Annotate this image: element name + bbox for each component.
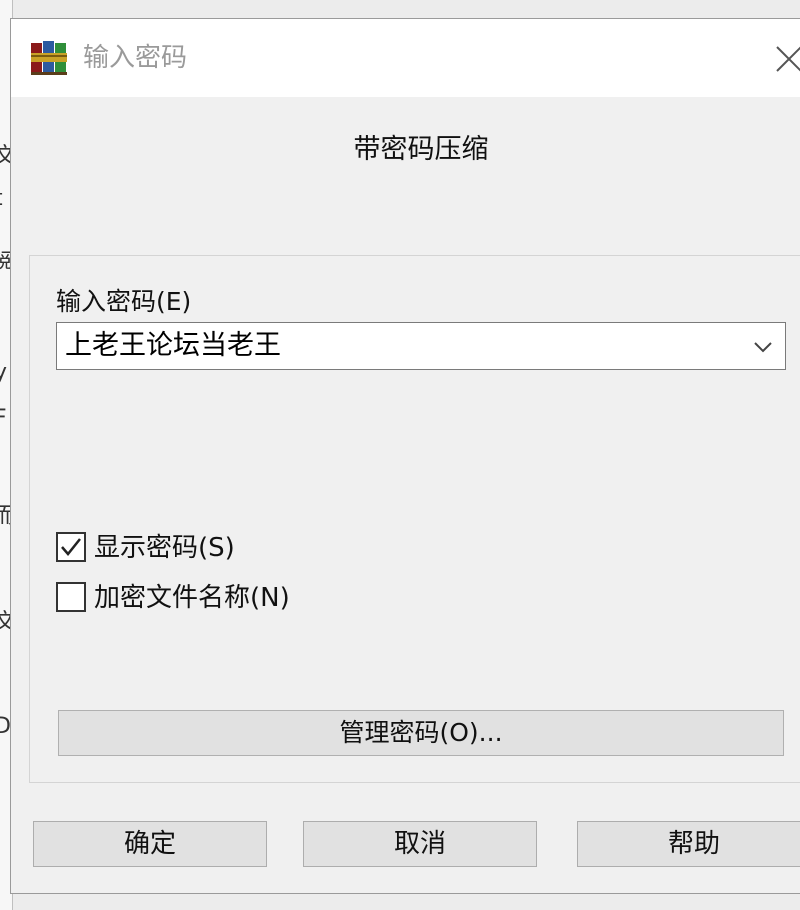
encrypt-filenames-checkbox[interactable] bbox=[56, 582, 86, 612]
dialog-title: 输入密码 bbox=[83, 43, 188, 73]
password-input-value[interactable]: 上老王论坛当老王 bbox=[65, 329, 281, 363]
dialog-titlebar: 输入密码 bbox=[11, 19, 800, 97]
dialog-heading: 带密码压缩 bbox=[353, 134, 489, 165]
background-text-fragment: F bbox=[0, 406, 7, 431]
close-icon[interactable] bbox=[767, 37, 800, 77]
password-combobox[interactable]: 上老王论坛当老王 bbox=[56, 322, 786, 370]
show-password-checkbox[interactable] bbox=[56, 532, 86, 562]
screen: 文 t 阅 y F 而 文 D 输入密码 带密码压缩 输入密码 bbox=[0, 0, 800, 910]
checkmark-icon bbox=[61, 538, 81, 556]
cancel-button[interactable]: 取消 bbox=[303, 821, 537, 867]
background-text-fragment: t bbox=[0, 186, 3, 211]
password-group: 输入密码(E) 上老王论坛当老王 显示密码(S) 加密文件名称(N) 管理密码(… bbox=[29, 255, 800, 783]
manage-passwords-button[interactable]: 管理密码(O)... bbox=[58, 710, 784, 756]
password-dialog: 输入密码 带密码压缩 输入密码(E) 上老王论坛当老王 显示密码(S) 加密文件… bbox=[10, 18, 800, 894]
show-password-checkbox-row[interactable]: 显示密码(S) bbox=[56, 530, 296, 566]
encrypt-filenames-label[interactable]: 加密文件名称(N) bbox=[94, 580, 290, 616]
background-text-fragment: y bbox=[0, 360, 8, 385]
winrar-books-icon bbox=[31, 41, 67, 75]
encrypt-filenames-checkbox-row[interactable]: 加密文件名称(N) bbox=[56, 580, 356, 616]
chevron-down-icon[interactable] bbox=[749, 333, 777, 361]
show-password-label[interactable]: 显示密码(S) bbox=[94, 530, 235, 566]
password-label: 输入密码(E) bbox=[56, 287, 192, 316]
ok-button[interactable]: 确定 bbox=[33, 821, 267, 867]
help-button[interactable]: 帮助 bbox=[577, 821, 800, 867]
